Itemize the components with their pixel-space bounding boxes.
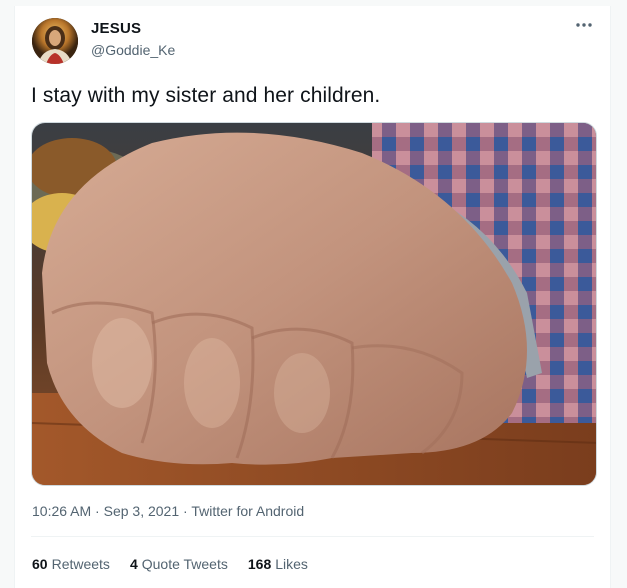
retweets-count: 60 [32, 556, 48, 572]
tweet-photo[interactable] [31, 122, 597, 486]
tweet-time[interactable]: 10:26 AM [32, 503, 91, 519]
avatar-image [32, 18, 78, 64]
quote-tweets-stat[interactable]: 4 Quote Tweets [130, 556, 228, 572]
more-options-icon[interactable] [574, 18, 594, 32]
quote-tweets-count: 4 [129, 556, 138, 572]
avatar[interactable] [32, 18, 78, 64]
divider [31, 536, 594, 537]
likes-label: Likes [275, 556, 308, 572]
meta-separator: · [179, 503, 192, 519]
fist-photo [32, 123, 596, 485]
tweet-card: JESUS @Goddie_Ke I stay with my sister a… [14, 6, 611, 588]
tweet-meta: 10:26 AM · Sep 3, 2021 · Twitter for And… [32, 503, 304, 519]
page: JESUS @Goddie_Ke I stay with my sister a… [0, 0, 627, 588]
retweets-stat[interactable]: 60 Retweets [32, 556, 110, 572]
meta-separator: · [91, 503, 104, 519]
retweets-label: Retweets [51, 556, 110, 572]
tweet-text: I stay with my sister and her children. [31, 84, 381, 107]
author-name[interactable]: JESUS [91, 20, 141, 37]
author-handle[interactable]: @Goddie_Ke [91, 42, 175, 58]
likes-count: 168 [247, 556, 272, 572]
tweet-stats: 60 Retweets 4 Quote Tweets 168 Likes [32, 556, 308, 572]
likes-stat[interactable]: 168 Likes [248, 556, 308, 572]
quote-tweets-label: Quote Tweets [141, 556, 228, 572]
tweet-source[interactable]: Twitter for Android [191, 503, 304, 519]
tweet-date[interactable]: Sep 3, 2021 [104, 503, 180, 519]
